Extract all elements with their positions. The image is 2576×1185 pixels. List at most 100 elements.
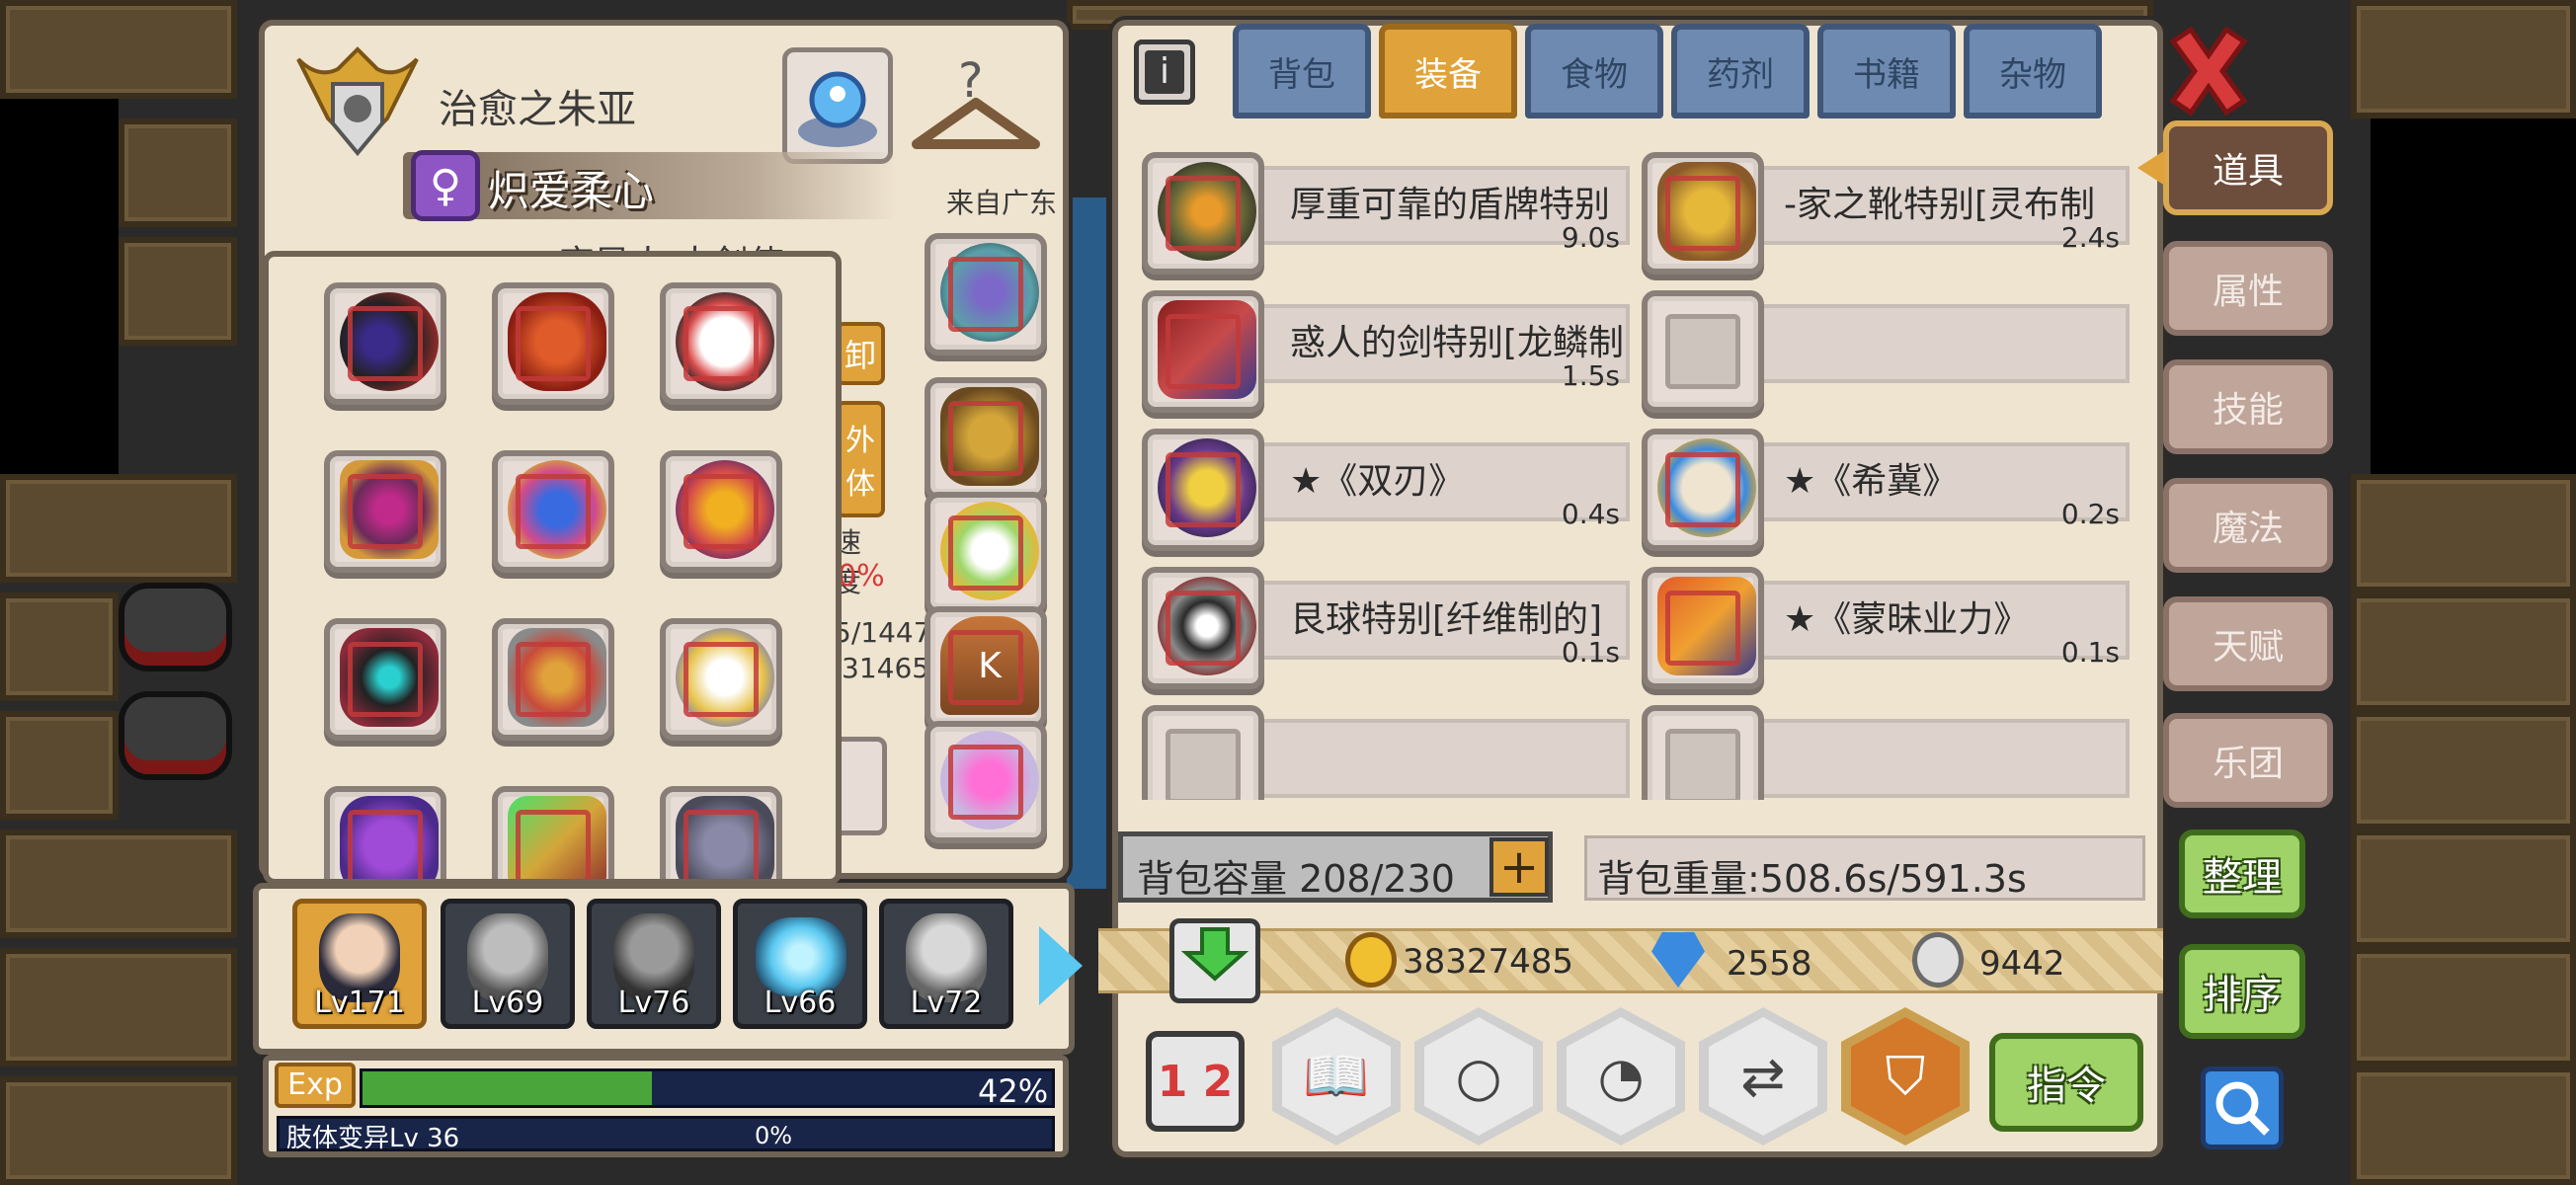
dark-helmet-icon — [340, 292, 439, 391]
mutation-label: 肢体变异Lv 36 — [286, 1124, 460, 1153]
floor-tile — [119, 237, 237, 346]
item-time: 1.5s — [1561, 359, 1620, 392]
sidetab-items[interactable]: 道具 — [2163, 120, 2333, 215]
dragon-mask-icon — [508, 292, 606, 391]
equip-slot[interactable] — [492, 450, 614, 573]
item-slot[interactable] — [1142, 429, 1264, 551]
item-slot[interactable] — [1142, 567, 1264, 689]
sidetab-label: 魔法 — [2212, 509, 2284, 549]
jade-staff-icon — [508, 796, 606, 879]
dark-cape-icon — [340, 628, 439, 727]
tab-potion[interactable]: 药剂 — [1671, 24, 1810, 118]
equip-slot[interactable] — [660, 450, 782, 573]
mutation-percent: 0% — [755, 1122, 793, 1149]
sidetab-attributes[interactable]: 属性 — [2163, 241, 2333, 336]
accessory-slot[interactable] — [925, 721, 1047, 843]
item-slot-empty[interactable] — [1642, 290, 1764, 413]
item-slot[interactable] — [1642, 567, 1764, 689]
swap-slot-button[interactable]: 1 2 — [1146, 1031, 1245, 1132]
sidetab-magic[interactable]: 魔法 — [2163, 478, 2333, 573]
floor-tile — [2351, 830, 2576, 948]
sort-button[interactable]: 排序 — [2179, 944, 2305, 1039]
item-row[interactable] — [1715, 719, 2130, 798]
item-row[interactable] — [1215, 719, 1630, 798]
item-slot[interactable] — [1642, 429, 1764, 551]
crystal-necklace-icon — [508, 460, 606, 559]
close-button[interactable] — [2163, 24, 2254, 118]
equip-slot[interactable] — [660, 786, 782, 879]
floor-tile — [0, 592, 119, 701]
equip-slot[interactable] — [324, 618, 446, 741]
party-member-card[interactable]: Lv171 — [292, 899, 427, 1029]
sidetab-band[interactable]: 乐团 — [2163, 713, 2333, 808]
tab-label: 背包 — [1268, 54, 1335, 95]
storage-download-button[interactable] — [1169, 918, 1260, 1003]
floor-tile — [2351, 1066, 2576, 1185]
sidetab-label: 技能 — [2212, 390, 2284, 431]
sidetab-skills[interactable]: 技能 — [2163, 359, 2333, 454]
sidetab-label: 乐团 — [2212, 744, 2284, 784]
party-member-card[interactable]: Lv72 — [879, 899, 1013, 1029]
party-member-card[interactable]: Lv76 — [587, 899, 721, 1029]
organize-button[interactable]: 整理 — [2179, 830, 2305, 918]
party-next-arrow-icon[interactable] — [1039, 926, 1083, 1005]
sidetab-talents[interactable]: 天赋 — [2163, 596, 2333, 691]
title-badge-name: 炽爱柔心 — [488, 167, 655, 215]
tab-equipment[interactable]: 装备 — [1379, 24, 1517, 118]
equip-slot[interactable] — [660, 618, 782, 741]
global-search-button[interactable] — [2201, 1066, 2284, 1149]
boots-icon — [1657, 162, 1756, 261]
item-name: 惑人的剑特别[龙鳞制 — [1290, 323, 1625, 363]
equip-slot[interactable] — [324, 786, 446, 879]
item-row[interactable] — [1715, 304, 2130, 383]
item-name: 厚重可靠的盾牌特别 — [1290, 185, 1611, 225]
outer-body-button[interactable]: 外 体 — [836, 401, 885, 517]
unload-button[interactable]: 卸 — [836, 322, 885, 385]
download-icon — [1180, 927, 1249, 982]
equip-slot[interactable] — [492, 618, 614, 741]
speed-percent: 0% — [838, 559, 885, 593]
command-button[interactable]: 指令 — [1989, 1033, 2143, 1132]
item-slot[interactable] — [1142, 152, 1264, 275]
equip-slot[interactable] — [492, 786, 614, 879]
close-icon — [2169, 26, 2248, 117]
void-area — [0, 99, 119, 484]
stat-mp: 31465 — [842, 652, 930, 684]
info-button[interactable]: i — [1134, 40, 1195, 105]
crystal-crest-icon — [940, 243, 1039, 342]
equip-slot[interactable] — [660, 282, 782, 405]
item-slot[interactable] — [1142, 290, 1264, 413]
party-member-card[interactable]: Lv69 — [441, 899, 575, 1029]
party-member-card[interactable]: Lv66 — [733, 899, 867, 1029]
item-slot-empty[interactable] — [1142, 705, 1264, 800]
chest-armor-icon — [340, 460, 439, 559]
wardrobe-hanger-button[interactable]: ? — [907, 45, 1045, 164]
tab-books[interactable]: 书籍 — [1817, 24, 1956, 118]
equip-slot[interactable] — [492, 282, 614, 405]
tab-backpack[interactable]: 背包 — [1233, 24, 1371, 118]
void-area — [2371, 118, 2576, 474]
item-slot-empty[interactable] — [1642, 705, 1764, 800]
gauntlet-slot[interactable] — [925, 377, 1047, 500]
equip-slot[interactable] — [324, 282, 446, 405]
shield-icon — [1158, 162, 1256, 261]
rocket-pack-icon — [508, 628, 606, 727]
exchange-arrows-icon: ⇄ — [1740, 1045, 1786, 1108]
item-slot[interactable] — [1642, 152, 1764, 275]
expand-capacity-button[interactable]: + — [1489, 837, 1549, 897]
magnifier-icon: ○ — [1455, 1045, 1502, 1108]
mirror-charm-icon — [940, 502, 1039, 600]
tab-misc[interactable]: 杂物 — [1964, 24, 2102, 118]
floor-tile — [0, 711, 119, 820]
floor-tile — [0, 830, 237, 938]
floor-tile — [2351, 474, 2576, 592]
tab-food[interactable]: 食物 — [1525, 24, 1663, 118]
sidetab-label: 属性 — [2212, 272, 2284, 312]
pet-orb-button[interactable] — [782, 47, 893, 164]
floor-tile — [2351, 948, 2576, 1066]
charm-slot[interactable] — [925, 492, 1047, 614]
equip-slot[interactable] — [324, 450, 446, 573]
boot-slot[interactable]: K — [925, 606, 1047, 729]
silver-coin-icon — [1912, 932, 1964, 988]
crest-slot[interactable] — [925, 233, 1047, 356]
